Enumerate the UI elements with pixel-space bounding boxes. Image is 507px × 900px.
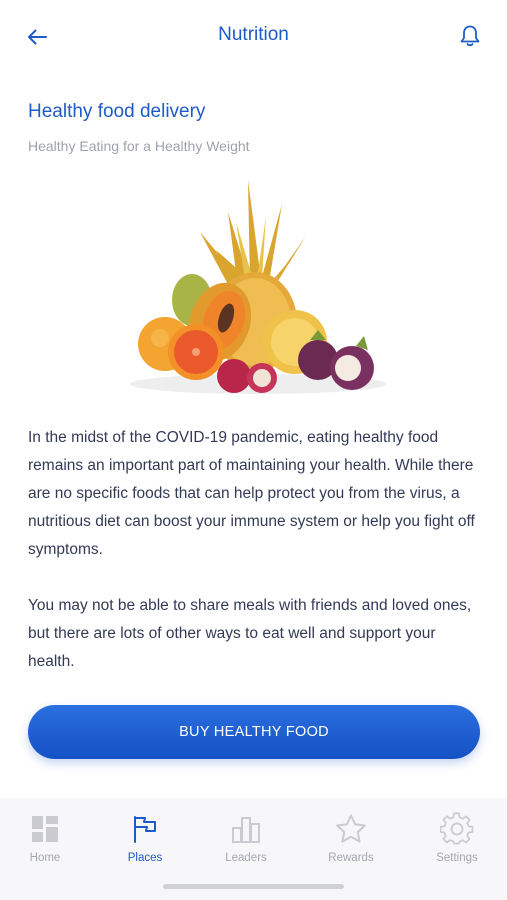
article-paragraph: In the midst of the COVID-19 pandemic, e… — [28, 429, 475, 558]
tab-home[interactable]: Home — [0, 812, 90, 872]
bar-chart-icon — [232, 817, 260, 843]
tab-label: Leaders — [225, 852, 267, 864]
fruit-pile-illustration — [130, 180, 386, 394]
gear-icon — [440, 812, 474, 845]
page-title: Nutrition — [218, 24, 289, 45]
button-label: BUY HEALTHY FOOD — [179, 724, 329, 740]
home-indicator[interactable] — [163, 884, 344, 889]
tab-label: Home — [29, 852, 61, 864]
top-app-bar: Nutrition — [0, 0, 507, 74]
star-icon — [336, 814, 366, 843]
tab-settings[interactable]: Settings — [412, 812, 502, 872]
tab-label: Places — [127, 852, 163, 864]
bell-icon — [460, 25, 480, 47]
tab-label: Rewards — [328, 852, 374, 864]
flag-icon — [134, 816, 156, 843]
section-title: Healthy food delivery — [28, 101, 206, 122]
grid-icon — [32, 816, 58, 842]
tab-leaders[interactable]: Leaders — [201, 812, 291, 872]
section-subtitle: Healthy Eating for a Healthy Weight — [28, 138, 250, 154]
tab-rewards[interactable]: Rewards — [306, 812, 396, 872]
article-paragraph: You may not be able to share meals with … — [28, 597, 472, 670]
notifications-button[interactable] — [455, 21, 485, 51]
tab-places[interactable]: Places — [100, 812, 190, 872]
buy-healthy-food-button[interactable]: BUY HEALTHY FOOD — [28, 705, 480, 759]
tab-label: Settings — [436, 852, 478, 864]
